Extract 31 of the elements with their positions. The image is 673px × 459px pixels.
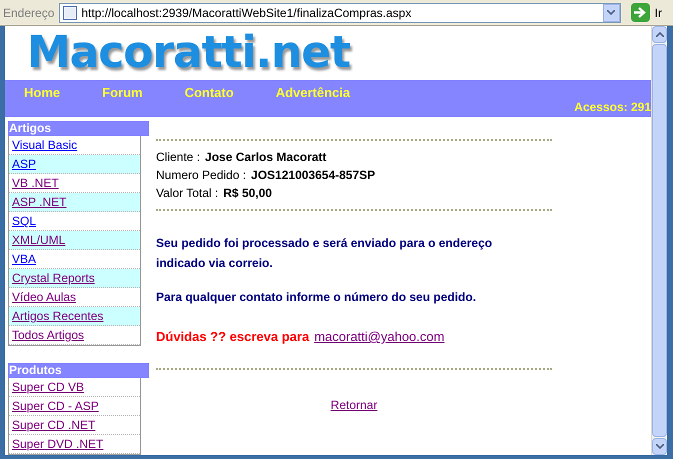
visit-counter: Acessos: 291	[574, 99, 651, 116]
dropdown-button[interactable]	[602, 4, 620, 22]
field-label: Cliente :	[156, 149, 200, 166]
sidebar-heading: Artigos	[8, 121, 149, 136]
field-value: R$ 50,00	[223, 185, 272, 202]
address-label: Endereço	[3, 4, 54, 22]
page-icon	[63, 6, 78, 20]
scroll-up-button[interactable]	[652, 26, 667, 43]
field-value: JOS121003654-857SP	[251, 167, 376, 184]
go-button[interactable]	[630, 3, 650, 22]
right-arrow-icon	[634, 7, 647, 18]
up-caret-icon	[656, 32, 664, 37]
sidebar-item[interactable]: ASP	[9, 155, 140, 174]
down-caret-icon	[607, 10, 616, 15]
message-text: Seu pedido foi processado e será enviado para o endereço indicado via correio.	[156, 235, 494, 272]
question-text: Dúvidas ?? escreva para	[156, 328, 310, 346]
field-label: Valor Total :	[156, 185, 218, 202]
go-label[interactable]: Ir	[654, 4, 670, 22]
field-value: Jose Carlos Macoratt	[205, 149, 326, 166]
down-caret-icon	[656, 444, 664, 449]
scroll-down-button[interactable]	[652, 438, 667, 455]
sidebar-item[interactable]: XML/UML	[9, 231, 140, 250]
sidebar-heading: Produtos	[8, 363, 149, 378]
sidebar-item[interactable]: ASP .NET	[9, 193, 140, 212]
sidebar-item[interactable]: Crystal Reports	[9, 269, 140, 288]
email-link[interactable]: macoratti@yahoo.com	[314, 327, 444, 346]
field-label: Numero Pedido :	[156, 167, 246, 184]
message-text: Para qualquer contato informe o número do seu pedido.	[156, 289, 478, 306]
return-link[interactable]: Retornar	[330, 396, 378, 414]
address-field[interactable]: http://localhost:2939/MacorattiWebSite1/finalizaCompras.aspx	[59, 2, 621, 22]
sidebar-item[interactable]: Artigos Recentes	[9, 307, 140, 326]
